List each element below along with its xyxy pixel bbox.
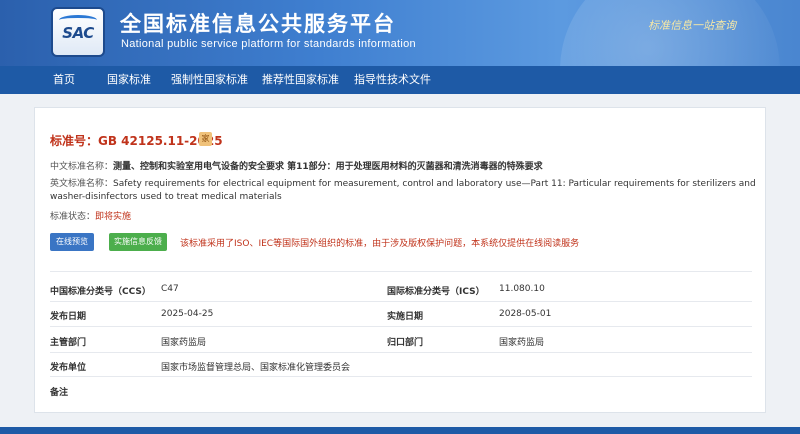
site-title: 全国标准信息公共服务平台 xyxy=(120,12,396,36)
ccs-label: 中国标准分类号（CCS） xyxy=(50,287,151,297)
publish-date-value: 2025-04-25 xyxy=(161,309,214,319)
en-name-value-line1: Safety requirements for electrical equip… xyxy=(113,179,756,189)
owner-value: 国家药监局 xyxy=(499,338,545,348)
nav-item-guidance-documents[interactable]: 指导性技术文件 xyxy=(354,66,431,94)
ics-value: 11.080.10 xyxy=(499,284,545,294)
implementation-feedback-button[interactable]: 实施信息反馈 xyxy=(109,233,167,251)
publisher-value: 国家市场监督管理总局、国家标准化管理委员会 xyxy=(161,363,351,373)
publish-date-label: 发布日期 xyxy=(50,312,87,322)
en-name-row: 英文标准名称：Safety requirements for electrica… xyxy=(50,176,756,189)
status-label: 标准状态： xyxy=(50,212,96,222)
site-subtitle: National public service platform for sta… xyxy=(121,38,416,50)
divider xyxy=(50,301,752,302)
authority-value: 国家药监局 xyxy=(161,338,207,348)
nav-item-mandatory-standards[interactable]: 强制性国家标准 xyxy=(171,66,248,94)
ccs-value: C47 xyxy=(161,284,179,294)
logo-text: SAC xyxy=(62,24,94,42)
footer-bar xyxy=(0,427,800,434)
main-nav: 首页 国家标准 强制性国家标准 推荐性国家标准 指导性技术文件 xyxy=(0,66,800,94)
implement-date-label: 实施日期 xyxy=(387,312,424,322)
divider xyxy=(50,376,752,377)
remark-label: 备注 xyxy=(50,388,69,398)
standard-type-badge: 家 xyxy=(199,132,212,146)
site-header: SAC 全国标准信息公共服务平台 National public service… xyxy=(0,0,800,66)
site-slogan: 标准信息一站查询 xyxy=(648,19,736,32)
cn-name-row: 中文标准名称：测量、控制和实验室用电气设备的安全要求 第11部分：用于处理医用材… xyxy=(50,159,543,172)
standard-detail-card: 标准号：GB 42125.11-2025 家 中文标准名称：测量、控制和实验室用… xyxy=(34,107,766,413)
publisher-label: 发布单位 xyxy=(50,363,87,373)
globe-decoration xyxy=(560,0,780,66)
en-name-value-line2: washer-disinfectors used to treat medica… xyxy=(50,192,282,202)
standard-number: 标准号：GB 42125.11-2025 xyxy=(50,134,223,148)
ics-label: 国际标准分类号（ICS） xyxy=(387,287,485,297)
nav-item-recommended-standards[interactable]: 推荐性国家标准 xyxy=(262,66,339,94)
authority-label: 主管部门 xyxy=(50,338,87,348)
owner-label: 归口部门 xyxy=(387,338,424,348)
divider xyxy=(50,271,752,272)
divider xyxy=(50,326,752,327)
cn-name-value: 测量、控制和实验室用电气设备的安全要求 第11部分：用于处理医用材料的灭菌器和清… xyxy=(113,162,543,172)
status-row: 标准状态：即将实施 xyxy=(50,209,131,222)
nav-item-home[interactable]: 首页 xyxy=(53,66,75,94)
online-preview-button[interactable]: 在线预览 xyxy=(50,233,94,251)
nav-item-national-standards[interactable]: 国家标准 xyxy=(107,66,151,94)
en-name-label: 英文标准名称： xyxy=(50,179,114,189)
divider xyxy=(50,352,752,353)
implement-date-value: 2028-05-01 xyxy=(499,309,552,319)
en-name-row-2: washer-disinfectors used to treat medica… xyxy=(50,192,282,202)
status-value: 即将实施 xyxy=(95,212,132,222)
cn-name-label: 中文标准名称： xyxy=(50,162,114,172)
sac-logo[interactable]: SAC xyxy=(51,7,105,57)
copyright-notice: 该标准采用了ISO、IEC等国际国外组织的标准，由于涉及版权保护问题，本系统仅提… xyxy=(180,239,580,249)
